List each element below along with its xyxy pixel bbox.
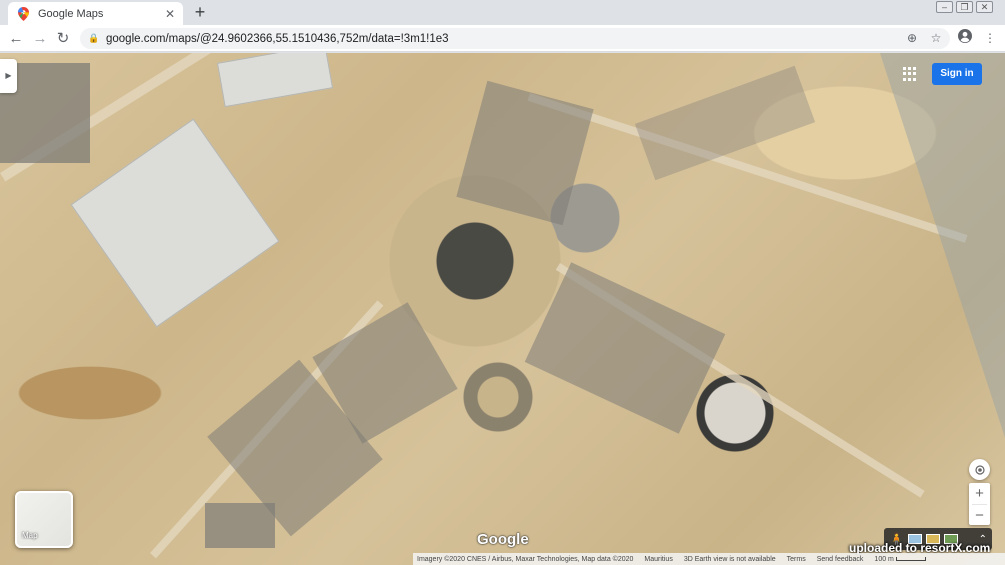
- tab-close-icon[interactable]: ✕: [163, 7, 177, 21]
- tab-bar: Google Maps ✕ + – ❐ ✕: [0, 0, 1005, 25]
- reload-icon[interactable]: ↻: [53, 29, 73, 49]
- terms-link[interactable]: Terms: [787, 556, 806, 563]
- map-building: [70, 118, 280, 328]
- menu-icon[interactable]: ⋮: [981, 29, 999, 47]
- restore-icon[interactable]: ❐: [956, 1, 973, 13]
- map-footer: Imagery ©2020 CNES / Airbus, Maxar Techn…: [413, 553, 1005, 565]
- my-location-button[interactable]: [969, 459, 990, 480]
- google-logo: Google: [477, 531, 529, 548]
- sign-in-button[interactable]: Sign in: [932, 63, 982, 85]
- window-controls: – ❐ ✕: [936, 1, 993, 13]
- apps-grid-icon[interactable]: [903, 67, 917, 81]
- side-panel-toggle[interactable]: ▶: [0, 59, 17, 93]
- minimize-icon[interactable]: –: [936, 1, 953, 13]
- earth-view-notice: 3D Earth view is not available: [683, 555, 776, 563]
- map-road: [880, 53, 1005, 529]
- my-location-icon: [974, 464, 985, 475]
- satellite-map[interactable]: [0, 53, 1005, 565]
- tab-title: Google Maps: [38, 7, 104, 20]
- map-building-cluster: [524, 262, 726, 434]
- zoom-in-button[interactable]: +: [969, 483, 990, 504]
- send-feedback-link[interactable]: Send feedback: [817, 556, 864, 563]
- map-building: [216, 53, 334, 108]
- scale-label: 100 m: [874, 555, 894, 563]
- address-bar[interactable]: 🔒 google.com/maps/@24.9602366,55.1510436…: [80, 28, 950, 49]
- zoom-out-button[interactable]: −: [969, 505, 990, 526]
- imagery-attribution: Imagery ©2020 CNES / Airbus, Maxar Techn…: [417, 555, 634, 563]
- zoom-control: + −: [969, 483, 990, 525]
- window-close-icon[interactable]: ✕: [976, 1, 993, 13]
- profile-icon[interactable]: [956, 29, 974, 47]
- scale-control[interactable]: 100 m: [874, 555, 926, 563]
- browser-toolbar: ← → ↻ 🔒 google.com/maps/@24.9602366,55.1…: [0, 25, 1005, 52]
- map-type-label: Map: [22, 531, 38, 540]
- lock-icon: 🔒: [88, 33, 100, 43]
- map-building-cluster: [205, 503, 275, 548]
- location-icon[interactable]: ⊕: [903, 29, 921, 47]
- map-building-cluster: [456, 80, 594, 226]
- back-icon[interactable]: ←: [6, 29, 26, 49]
- scale-bar: [895, 556, 926, 561]
- maps-favicon-icon: [16, 6, 30, 21]
- map-type-switcher[interactable]: Map: [15, 491, 73, 548]
- url-text[interactable]: google.com/maps/@24.9602366,55.1510436,7…: [106, 33, 449, 45]
- country-link[interactable]: Mauritius: [644, 556, 672, 563]
- forward-icon[interactable]: →: [30, 29, 50, 49]
- new-tab-button[interactable]: +: [190, 3, 210, 23]
- tab-google-maps[interactable]: Google Maps ✕: [8, 2, 183, 25]
- star-icon[interactable]: ☆: [927, 29, 945, 47]
